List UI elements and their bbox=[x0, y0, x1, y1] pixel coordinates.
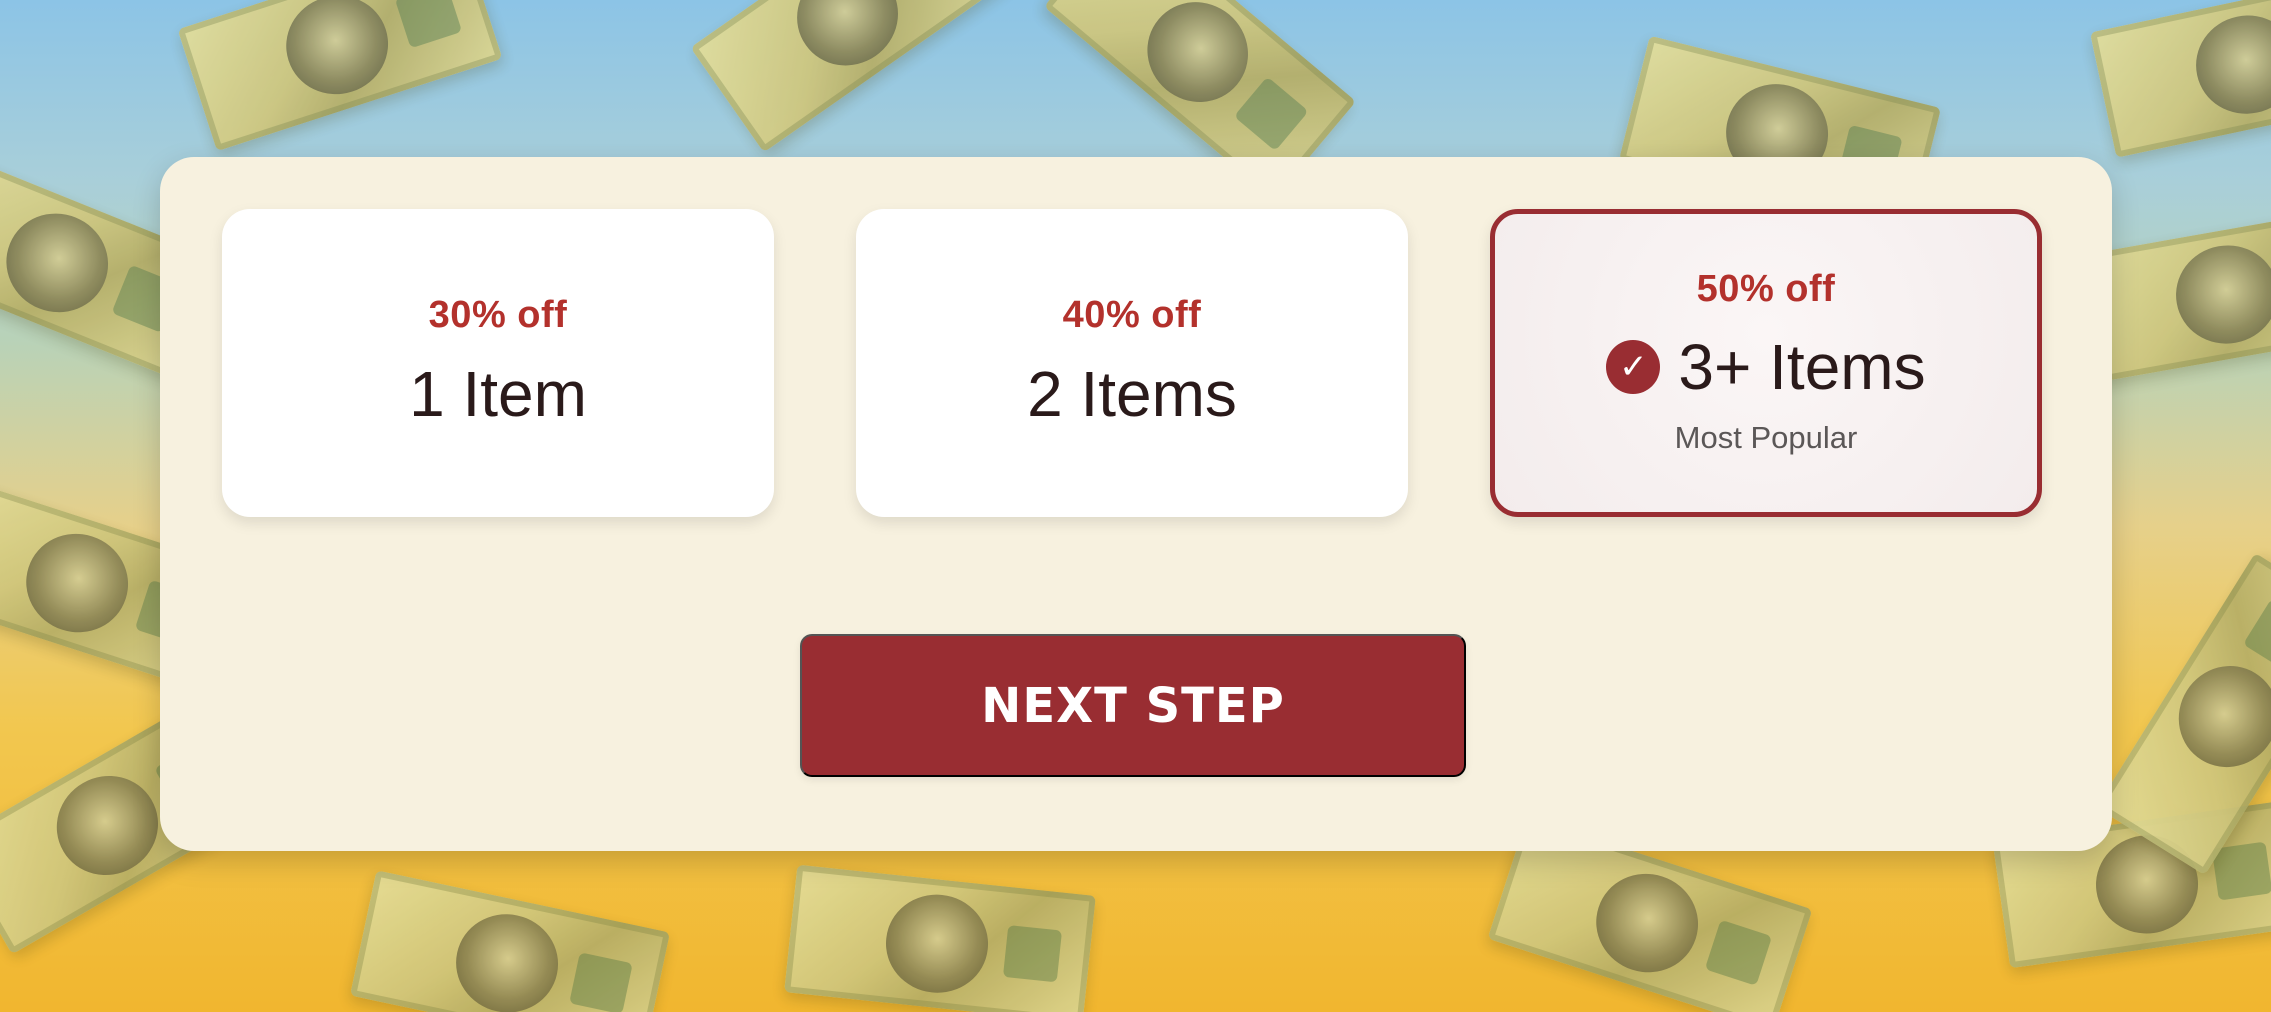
next-step-button[interactable]: NEXT STEP bbox=[800, 634, 1466, 777]
discount-label: 50% off bbox=[1696, 268, 1836, 310]
offer-card-3-plus-items[interactable]: 50% off ✓ 3+ Items Most Popular bbox=[1490, 209, 2042, 517]
item-count-label: 3+ Items bbox=[1678, 331, 1926, 403]
most-popular-badge: Most Popular bbox=[1674, 420, 1858, 455]
dollar-bill-image bbox=[784, 864, 1096, 1012]
item-count-label: 2 Items bbox=[1027, 358, 1237, 430]
item-count-label: 1 Item bbox=[409, 358, 587, 430]
offer-panel: 30% off 1 Item 40% off 2 Items 50% off ✓… bbox=[160, 157, 2112, 851]
dollar-bill-image bbox=[2089, 0, 2271, 158]
offer-card-2-items[interactable]: 40% off 2 Items bbox=[856, 209, 1408, 517]
dollar-bill-image bbox=[690, 0, 1010, 153]
dollar-bill-image bbox=[177, 0, 503, 152]
check-circle-icon: ✓ bbox=[1606, 340, 1661, 394]
discount-label: 40% off bbox=[1062, 294, 1202, 336]
dollar-bill-image bbox=[349, 870, 671, 1012]
offer-card-1-item[interactable]: 30% off 1 Item bbox=[222, 209, 774, 517]
item-count-row: ✓ 3+ Items bbox=[1495, 330, 2037, 404]
discount-label: 30% off bbox=[428, 294, 568, 336]
